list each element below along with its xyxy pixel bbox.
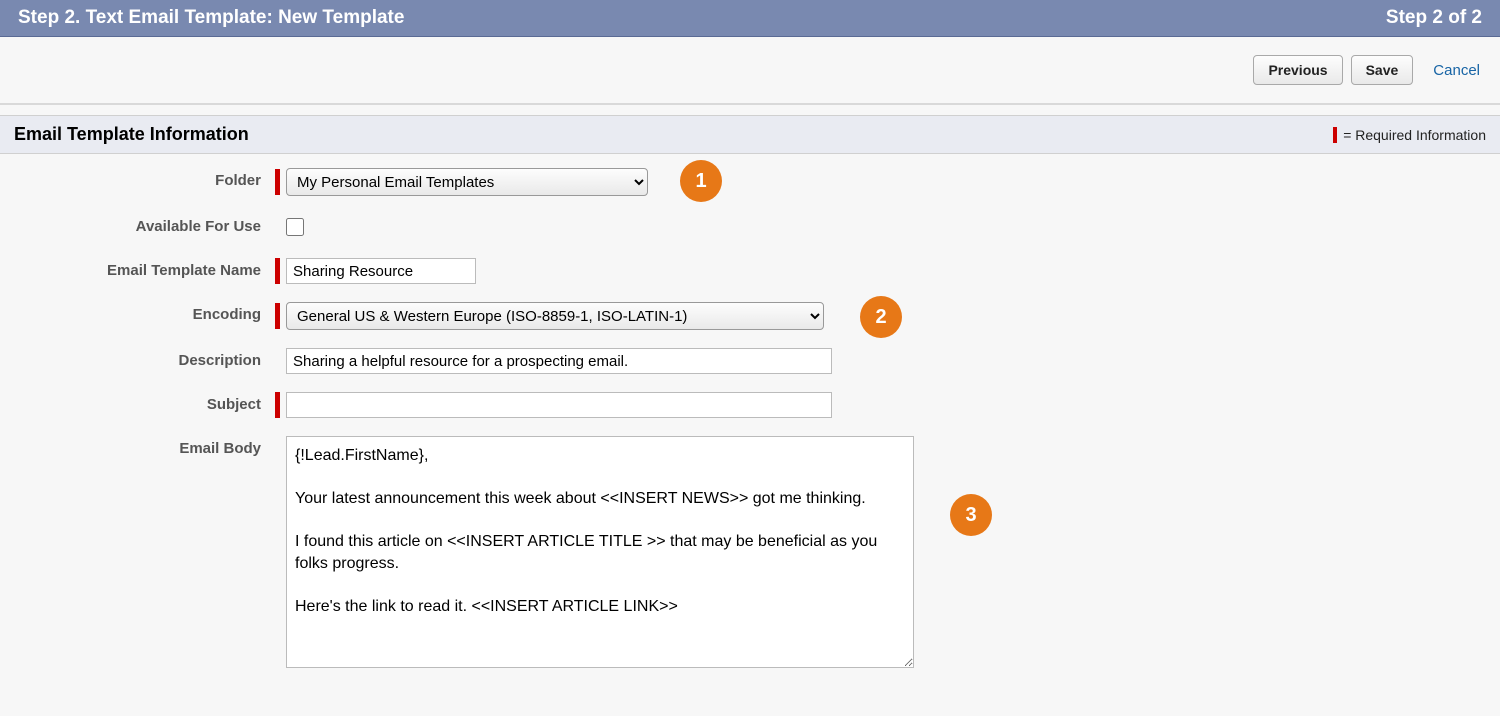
required-mark-icon xyxy=(1333,127,1337,143)
row-encoding: Encoding General US & Western Europe (IS… xyxy=(0,302,1500,330)
form-area: Folder My Personal Email Templates 1 Ava… xyxy=(0,154,1500,716)
email-body-textarea[interactable] xyxy=(286,436,914,668)
folder-select[interactable]: My Personal Email Templates xyxy=(286,168,648,196)
available-checkbox[interactable] xyxy=(286,218,304,236)
required-legend-text: = Required Information xyxy=(1343,127,1486,143)
required-bar-icon xyxy=(275,392,280,418)
required-bar-icon xyxy=(275,303,280,329)
row-body: Email Body 3 xyxy=(0,436,1500,668)
folder-label: Folder xyxy=(0,168,275,189)
subject-input[interactable] xyxy=(286,392,832,418)
description-input[interactable] xyxy=(286,348,832,374)
name-label: Email Template Name xyxy=(0,258,275,279)
save-button[interactable]: Save xyxy=(1351,55,1414,85)
required-legend: = Required Information xyxy=(1333,127,1486,143)
row-description: Description xyxy=(0,348,1500,374)
body-label: Email Body xyxy=(0,436,275,457)
required-bar-icon xyxy=(275,169,280,195)
callout-1: 1 xyxy=(680,160,722,202)
description-label: Description xyxy=(0,348,275,369)
encoding-label: Encoding xyxy=(0,302,275,323)
available-label: Available For Use xyxy=(0,214,275,235)
row-subject: Subject xyxy=(0,392,1500,418)
section-title: Email Template Information xyxy=(14,124,249,145)
wizard-title: Step 2. Text Email Template: New Templat… xyxy=(18,7,404,29)
subject-label: Subject xyxy=(0,392,275,413)
previous-button[interactable]: Previous xyxy=(1253,55,1342,85)
template-name-input[interactable] xyxy=(286,258,476,284)
row-available: Available For Use xyxy=(0,214,1500,240)
row-name: Email Template Name xyxy=(0,258,1500,284)
wizard-step: Step 2 of 2 xyxy=(1386,7,1482,29)
wizard-header: Step 2. Text Email Template: New Templat… xyxy=(0,0,1500,37)
section-header: Email Template Information = Required In… xyxy=(0,115,1500,154)
callout-3: 3 xyxy=(950,494,992,536)
row-folder: Folder My Personal Email Templates 1 xyxy=(0,168,1500,196)
required-bar-icon xyxy=(275,258,280,284)
cancel-link[interactable]: Cancel xyxy=(1433,62,1480,79)
action-bar: Previous Save Cancel xyxy=(0,37,1500,105)
encoding-select[interactable]: General US & Western Europe (ISO-8859-1,… xyxy=(286,302,824,330)
callout-2: 2 xyxy=(860,296,902,338)
